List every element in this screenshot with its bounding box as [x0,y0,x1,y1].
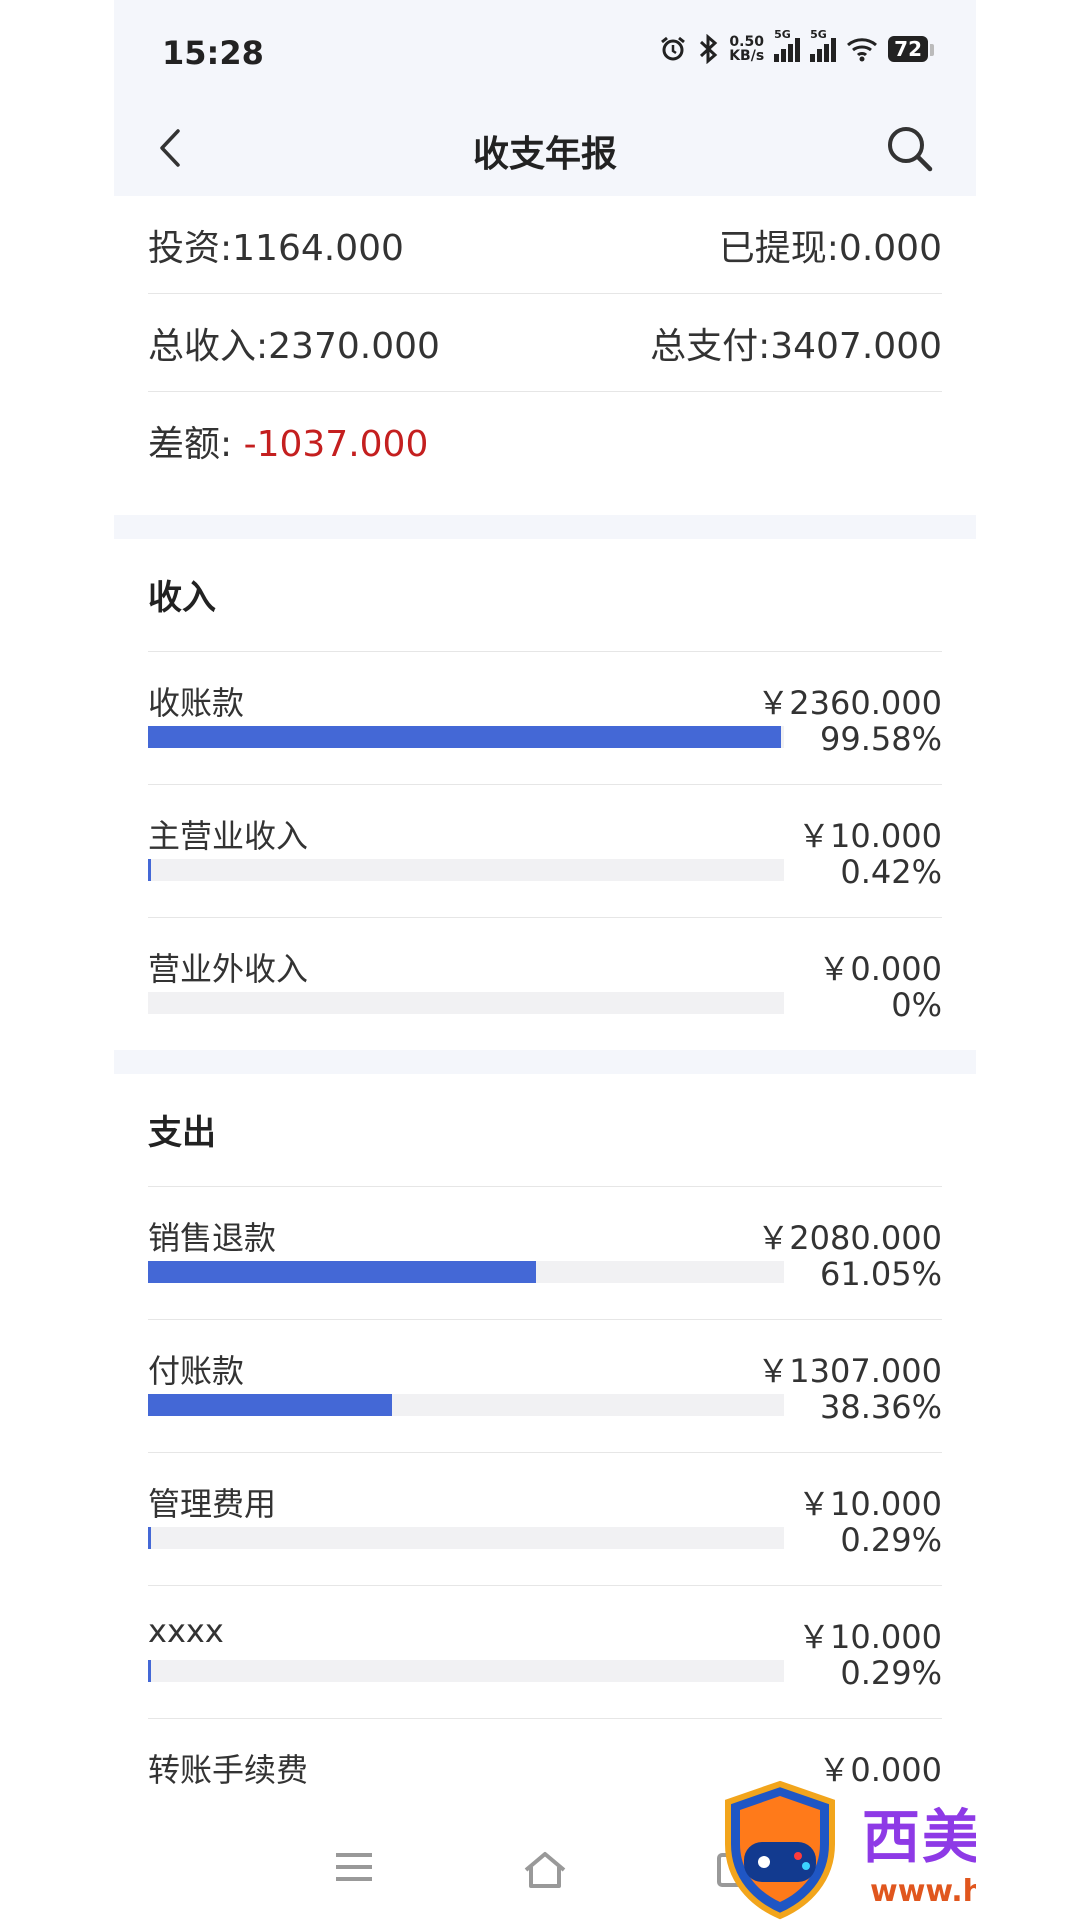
signal-tag: 5G [774,28,791,41]
gamepad-shield-icon [725,1780,835,1920]
item-percent: 0% [891,986,942,1024]
search-icon[interactable] [884,123,936,175]
summary-row-invest: 投资:1164.000 已提现:0.000 [148,196,942,294]
progress-bar [148,1660,784,1682]
expense-list: 销售退款 ￥2080.000 61.05% 付账款 ￥1307.000 38.36% 管理费… [148,1187,942,1851]
progress-bar [148,1261,784,1283]
nav-bar: 收支年报 [114,103,976,196]
item-label: 付账款 [148,1352,245,1390]
income-section: 收入 收账款 ￥2360.000 99.58% 主营业收入 ￥10.000 0.42% 营业… [114,539,976,1050]
list-item: 主营业收入 ￥10.000 0.42% [148,785,942,918]
item-amount: ￥10.000 [798,1485,942,1523]
section-divider-2 [114,1050,976,1074]
expense-section: 支出 销售退款 ￥2080.000 61.05% 付账款 ￥1307.000 38.36%… [114,1074,976,1851]
summary-row-difference: 差额: -1037.000 [148,392,942,489]
signal-icon-2: 5G [810,28,837,62]
item-amount: ￥2360.000 [757,684,942,722]
item-amount: ￥2080.000 [757,1219,942,1257]
income-list: 收账款 ￥2360.000 99.58% 主营业收入 ￥10.000 0.42% 营业外收入… [148,652,942,1050]
list-item: 收账款 ￥2360.000 99.58% [148,652,942,785]
alarm-icon [661,36,686,61]
item-percent: 99.58% [819,720,942,758]
progress-bar [148,859,784,881]
item-label: xxxx [148,1612,224,1650]
menu-icon[interactable] [334,1850,374,1884]
section-divider [114,515,976,539]
watermark-title: 西美手游网 [862,1803,976,1871]
network-speed: 0.50 KB/s [729,35,764,63]
signal-icon: 5G [774,28,801,62]
progress-bar [148,992,784,1014]
status-time: 15:28 [162,34,264,72]
investment-value: 投资:1164.000 [148,227,404,269]
net-speed-unit: KB/s [729,48,765,64]
difference-value: -1037.000 [243,423,429,465]
item-percent: 61.05% [819,1255,942,1293]
bluetooth-icon [700,34,718,64]
wifi-icon [847,38,878,62]
item-label: 销售退款 [148,1219,277,1257]
header-area: 15:28 0.50 KB/s 5G 5G 72 收支年报 [114,0,976,196]
progress-fill [148,1527,151,1549]
progress-fill [148,1660,151,1682]
item-label: 营业外收入 [148,950,309,988]
item-label: 收账款 [148,684,245,722]
progress-fill [148,859,151,881]
list-item: 营业外收入 ￥0.000 0% [148,918,942,1050]
item-percent: 38.36% [819,1388,942,1426]
item-amount: ￥1307.000 [757,1352,942,1390]
watermark-logo: 西美手游网 www.hanxm.com [720,1780,976,1920]
progress-fill [148,726,782,748]
total-income-value: 总收入:2370.000 [148,325,440,367]
item-label: 主营业收入 [148,817,309,855]
item-amount: ￥0.000 [818,950,942,988]
item-label: 管理费用 [148,1485,277,1523]
app-screen: 15:28 0.50 KB/s 5G 5G 72 收支年报 投资:1164.00… [114,0,976,1920]
summary-row-totals: 总收入:2370.000 总支付:3407.000 [148,294,942,392]
progress-fill [148,1261,537,1283]
summary-section: 投资:1164.000 已提现:0.000 总收入:2370.000 总支付:3… [114,196,976,489]
item-percent: 0.29% [840,1521,942,1559]
status-icons: 0.50 KB/s 5G 5G 72 [659,28,934,64]
list-item: xxxx ￥10.000 0.29% [148,1586,942,1719]
signal-tag-2: 5G [810,28,827,41]
total-payment-value: 总支付:3407.000 [650,325,942,367]
battery-indicator: 72 [888,36,934,62]
list-item: 管理费用 ￥10.000 0.29% [148,1453,942,1586]
difference-label: 差额: [148,423,233,465]
expense-title: 支出 [148,1074,942,1187]
watermark-url: www.hanxm.com [870,1874,976,1909]
list-item: 销售退款 ￥2080.000 61.05% [148,1187,942,1320]
income-title: 收入 [148,539,942,652]
item-amount: ￥10.000 [798,1618,942,1656]
home-icon[interactable] [522,1850,568,1890]
difference: 差额: -1037.000 [148,415,428,467]
net-speed-value: 0.50 [729,34,764,50]
list-item: 付账款 ￥1307.000 38.36% [148,1320,942,1453]
progress-bar [148,726,784,748]
item-amount: ￥10.000 [798,817,942,855]
page-title: 收支年报 [472,134,617,175]
item-percent: 0.29% [840,1654,942,1692]
progress-fill [148,1394,392,1416]
item-percent: 0.42% [840,853,942,891]
withdrawn-value: 已提现:0.000 [718,227,942,269]
progress-bar [148,1527,784,1549]
item-label: 转账手续费 [148,1751,309,1789]
progress-bar [148,1394,784,1416]
status-bar: 15:28 0.50 KB/s 5G 5G 72 [114,0,976,103]
